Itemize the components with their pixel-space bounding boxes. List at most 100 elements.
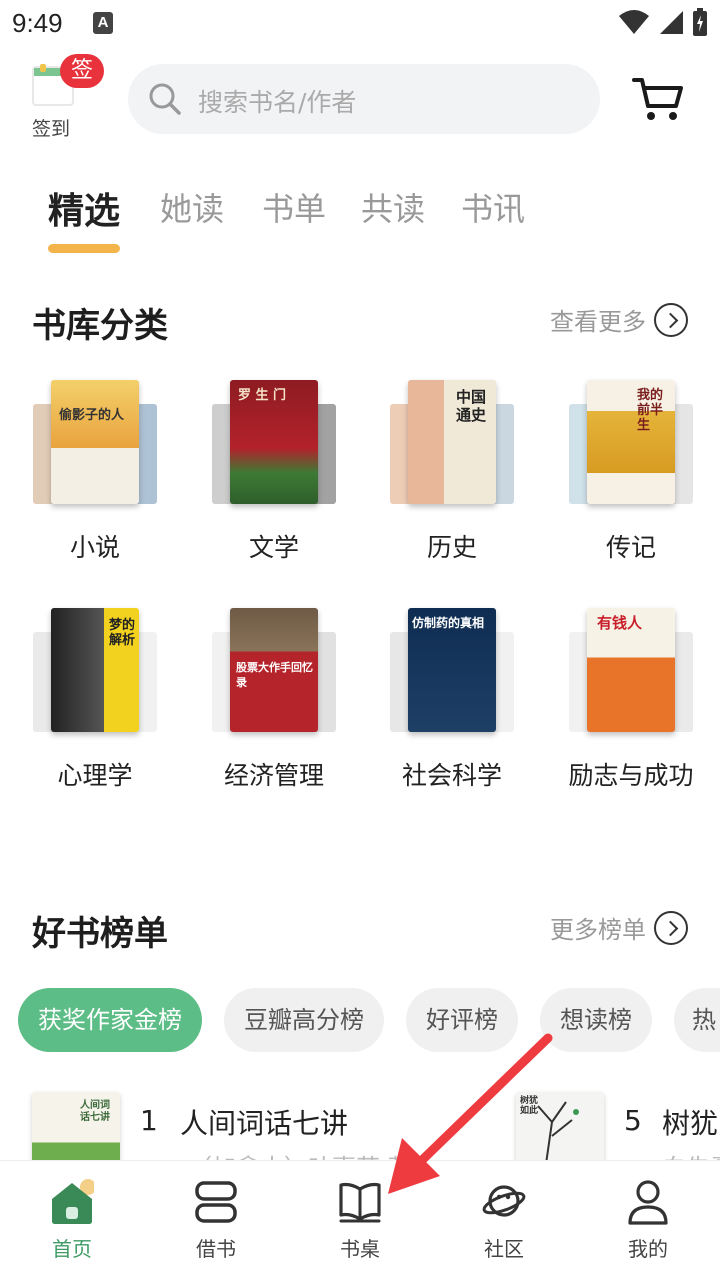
tab-book-news[interactable]: 书讯 [461, 184, 525, 230]
search-icon [149, 83, 181, 115]
category-history[interactable]: 中国通史 历史 [372, 380, 532, 580]
rankings-more-label: 更多榜单 [550, 916, 646, 944]
cover-title: 人间词话七讲 [80, 1100, 110, 1123]
nav-home[interactable]: 首页 [0, 1161, 144, 1280]
book-cover: 树犹如此 [516, 1092, 604, 1164]
category-cover-stack: 有钱人 [569, 608, 693, 738]
category-cover-stack: 梦的解析 [33, 608, 157, 738]
top-tabs: 精选 她读 书单 共读 书讯 [0, 180, 720, 260]
cover-title: 股票大作手回忆录 [236, 661, 313, 689]
nav-borrow[interactable]: 借书 [144, 1161, 288, 1280]
chip-want-to-read[interactable]: 想读榜 [540, 988, 652, 1052]
borrow-icon [195, 1181, 237, 1223]
book-cover: 有钱人 [587, 608, 675, 732]
nav-label: 借书 [196, 1237, 236, 1261]
chip-hot[interactable]: 热 [674, 988, 720, 1052]
nav-label: 首页 [52, 1237, 92, 1261]
category-label: 心理学 [57, 761, 133, 790]
tab-featured[interactable]: 精选 [48, 182, 120, 234]
library-section-title: 书库分类 [32, 306, 168, 346]
chip-douban-high[interactable]: 豆瓣高分榜 [224, 988, 384, 1052]
checkin-badge: 签 [60, 54, 104, 88]
category-psychology[interactable]: 梦的解析 心理学 [15, 608, 175, 808]
category-label: 小说 [69, 533, 120, 562]
nav-label: 我的 [628, 1237, 668, 1261]
search-input[interactable]: 搜索书名/作者 [128, 64, 600, 134]
planet-icon [482, 1185, 526, 1217]
category-novel[interactable]: 偷影子的人 小说 [15, 380, 175, 580]
tab-active-indicator [48, 244, 120, 253]
category-literature[interactable]: 罗 生 门 文学 [194, 380, 354, 580]
book-cover: 人间词话七讲 [32, 1092, 120, 1164]
rankings-more-link[interactable]: 更多榜单 [550, 910, 688, 945]
category-cover-stack: 偷影子的人 [33, 380, 157, 510]
book-cover: 股票大作手回忆录 [230, 608, 318, 732]
rank-title: 树犹 [662, 1107, 719, 1140]
nav-profile[interactable]: 我的 [576, 1161, 720, 1280]
nav-label: 社区 [484, 1237, 524, 1261]
cover-title: 罗 生 门 [238, 388, 287, 403]
category-cover-stack: 仿制药的真相 [390, 608, 514, 738]
cart-icon[interactable] [632, 76, 684, 122]
category-cover-stack: 我的前半生 [569, 380, 693, 510]
nav-label: 书桌 [340, 1237, 380, 1261]
category-economics[interactable]: 股票大作手回忆录 经济管理 [194, 608, 354, 808]
category-label: 社会科学 [401, 761, 502, 790]
library-more-link[interactable]: 查看更多 [550, 302, 688, 337]
book-cover: 罗 生 门 [230, 380, 318, 504]
battery-icon [693, 8, 707, 36]
chip-award-authors[interactable]: 获奖作家金榜 [18, 988, 202, 1052]
home-icon [52, 1179, 94, 1224]
accessibility-icon: A [93, 12, 113, 34]
category-cover-stack: 中国通史 [390, 380, 514, 510]
book-cover: 仿制药的真相 [408, 608, 496, 732]
rank-number: 1 [140, 1104, 158, 1137]
tab-booklist[interactable]: 书单 [262, 184, 326, 230]
category-label: 经济管理 [223, 761, 324, 790]
tab-coread[interactable]: 共读 [361, 184, 425, 230]
cover-title: 偷影子的人 [59, 408, 125, 423]
category-self-help[interactable]: 有钱人 励志与成功 [551, 608, 711, 808]
ranking-item[interactable]: 人间词话七讲 1 人间词话七讲 （加拿大）叶嘉莹 著 [32, 1092, 492, 1182]
cover-title: 我的前半生 [637, 388, 664, 433]
category-label: 文学 [248, 533, 299, 562]
nav-desk[interactable]: 书桌 [288, 1161, 432, 1280]
book-cover: 梦的解析 [51, 608, 139, 732]
category-social-science[interactable]: 仿制药的真相 社会科学 [372, 608, 532, 808]
category-cover-stack: 股票大作手回忆录 [212, 608, 336, 738]
tab-her-read[interactable]: 她读 [160, 184, 224, 230]
chevron-right-icon [654, 302, 688, 337]
book-cover: 我的前半生 [587, 380, 675, 504]
user-icon [628, 1180, 668, 1225]
category-label: 历史 [426, 533, 477, 562]
status-time: 9:49 [12, 8, 63, 38]
wifi-icon [619, 10, 649, 34]
status-icons [618, 8, 708, 36]
cover-title: 中国通史 [456, 388, 487, 424]
category-biography[interactable]: 我的前半生 传记 [551, 380, 711, 580]
category-label: 励志与成功 [568, 761, 694, 790]
book-cover: 中国通史 [408, 380, 496, 504]
rank-number: 5 [624, 1104, 642, 1137]
rank-title: 人间词话七讲 [180, 1107, 349, 1140]
search-placeholder: 搜索书名/作者 [198, 88, 357, 117]
chip-good-reviews[interactable]: 好评榜 [406, 988, 518, 1052]
status-bar: 9:49 A [0, 0, 720, 50]
ranking-item[interactable]: 树犹如此 5 树犹 白先勇 [516, 1092, 720, 1182]
book-cover: 偷影子的人 [51, 380, 139, 504]
open-book-icon [339, 1182, 381, 1223]
nav-community[interactable]: 社区 [432, 1161, 576, 1280]
cover-title: 树犹如此 [520, 1096, 539, 1116]
ranking-chips: 获奖作家金榜 豆瓣高分榜 好评榜 想读榜 热 [18, 988, 720, 1054]
chevron-right-icon [654, 910, 688, 945]
bottom-nav: 首页 借书 书桌 社区 我的 [0, 1160, 720, 1280]
rankings-section-title: 好书榜单 [32, 914, 168, 954]
cover-title: 有钱人 [597, 614, 643, 632]
cover-title: 仿制药的真相 [412, 616, 485, 630]
signal-icon [660, 11, 683, 34]
category-cover-stack: 罗 生 门 [212, 380, 336, 510]
cover-title: 梦的解析 [109, 618, 136, 648]
library-more-label: 查看更多 [550, 308, 646, 336]
checkin-button[interactable]: 签 签到 [30, 54, 110, 140]
checkin-label: 签到 [32, 118, 71, 140]
